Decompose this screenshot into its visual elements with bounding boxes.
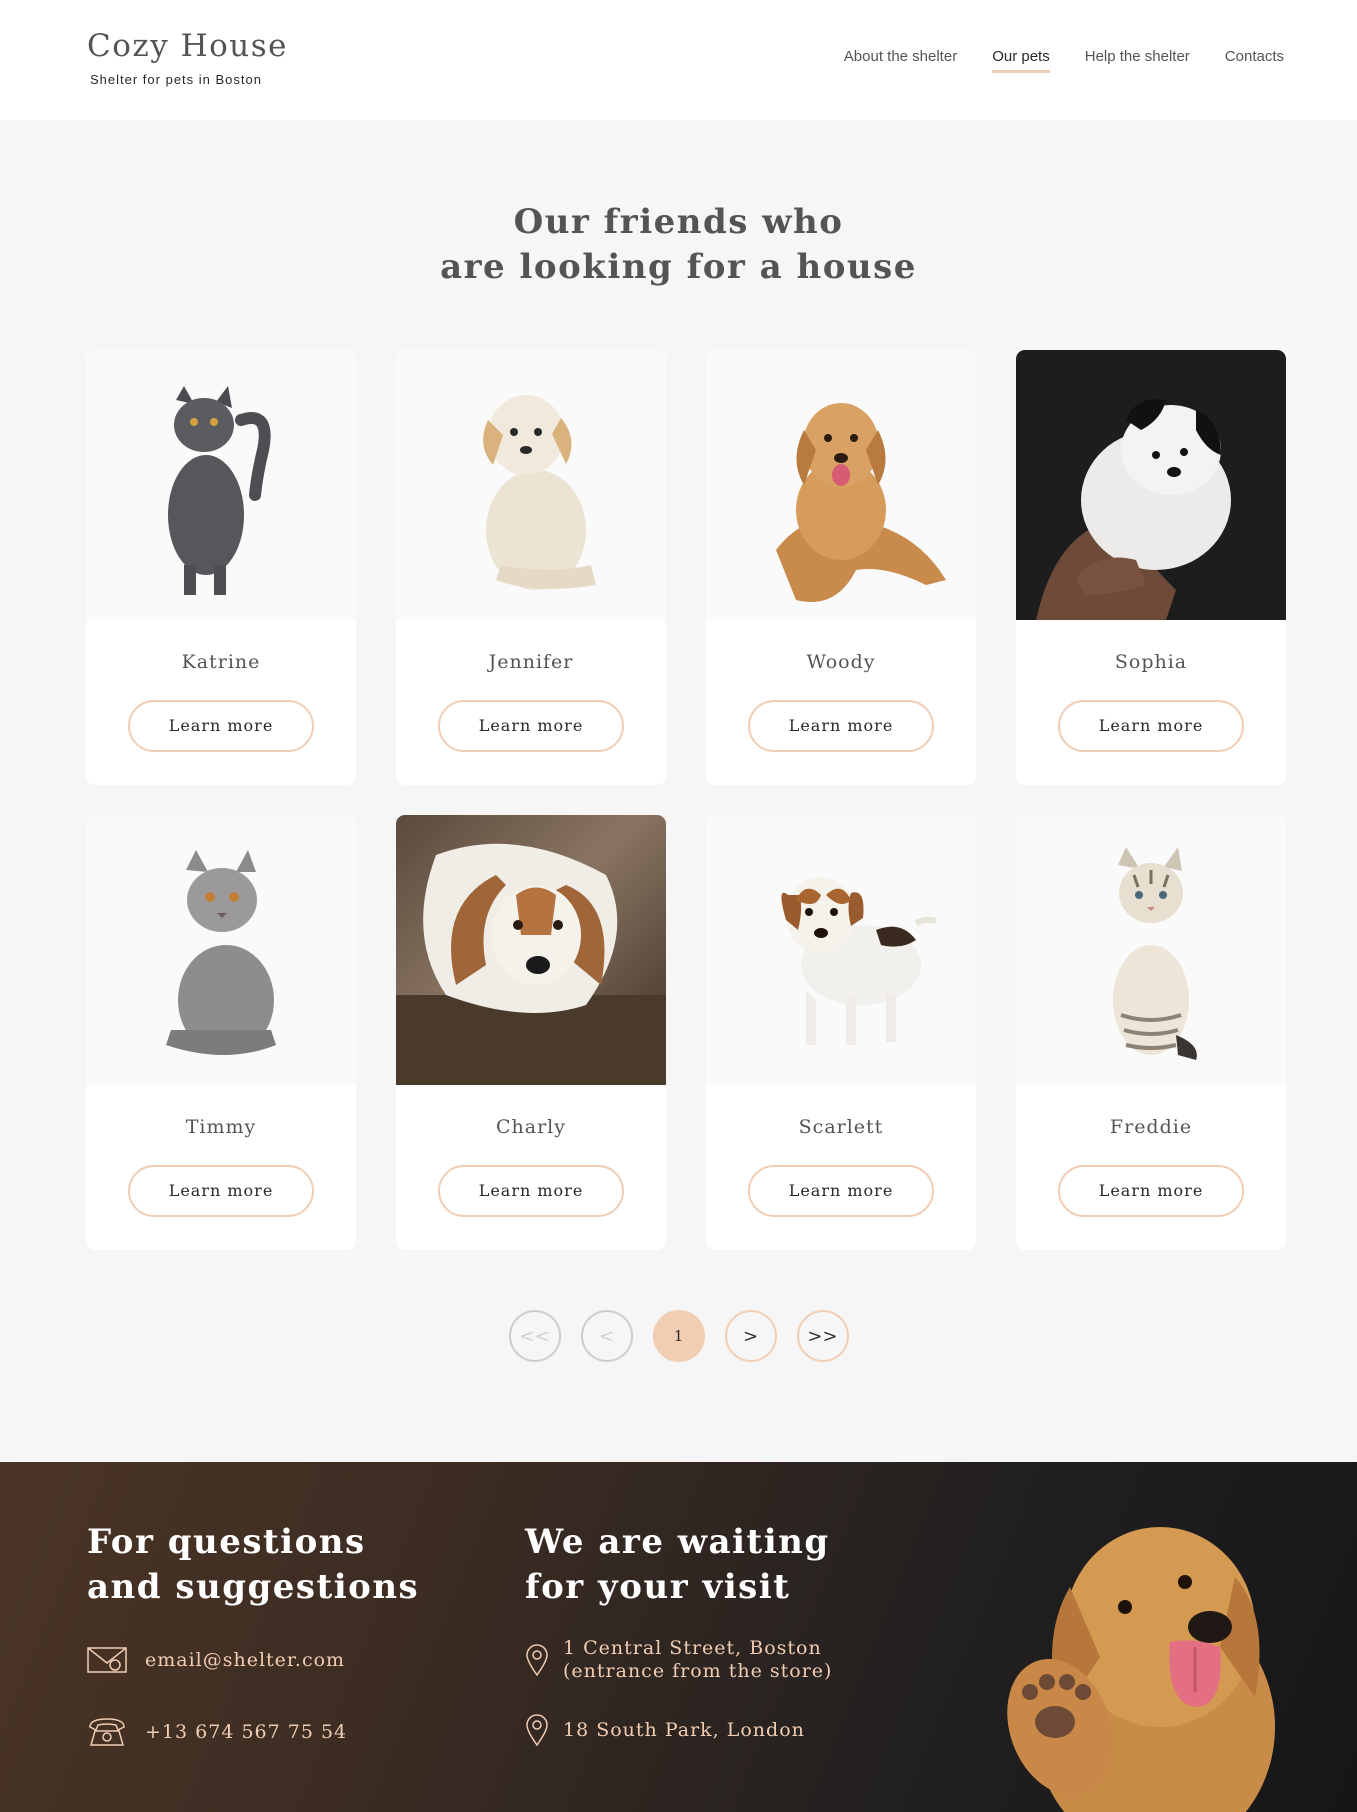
email-text: email@shelter.com <box>145 1648 346 1671</box>
pet-photo <box>706 815 976 1085</box>
next-page-button[interactable]: > <box>724 1310 777 1362</box>
pet-name: Katrine <box>181 651 261 673</box>
pet-name: Freddie <box>1109 1116 1193 1138</box>
pets-grid: Katrine Learn more Jennifer Learn more W… <box>86 350 1286 1250</box>
nav-our-pets[interactable]: Our pets <box>992 48 1050 73</box>
last-page-button[interactable]: >> <box>796 1310 849 1362</box>
section-title: Our friends who are looking for a house <box>0 200 1357 290</box>
footer-locations: We are waiting for your visit 1 Central … <box>525 1520 945 1800</box>
pet-card[interactable]: Jennifer Learn more <box>396 350 666 785</box>
pet-card-body: Scarlett Learn more <box>706 1085 976 1250</box>
phone-link[interactable]: +13 674 567 75 54 <box>87 1715 347 1749</box>
location-pin-icon <box>526 1714 548 1747</box>
site-header: Cozy House Shelter for pets in Boston Ab… <box>0 0 1357 120</box>
pet-name: Timmy <box>185 1116 257 1138</box>
pet-card[interactable]: Woody Learn more <box>706 350 976 785</box>
logo-subtitle: Shelter for pets in Boston <box>90 72 262 87</box>
logo[interactable]: Cozy House Shelter for pets in Boston <box>87 26 288 87</box>
phone-icon <box>89 1718 125 1746</box>
pet-card[interactable]: Timmy Learn more <box>86 815 356 1250</box>
address-london-text: 18 South Park, London <box>563 1718 805 1741</box>
logo-title: Cozy House <box>87 28 288 64</box>
pet-card-body: Sophia Learn more <box>1016 620 1286 785</box>
nav-about[interactable]: About the shelter <box>844 48 957 73</box>
pet-name: Jennifer <box>488 651 574 673</box>
site-footer: For questions and suggestions email@shel… <box>0 1462 1357 1812</box>
learn-more-button[interactable]: Learn more <box>748 700 934 752</box>
footer-questions-line-2: and suggestions <box>87 1567 420 1607</box>
pet-photo <box>1016 815 1286 1085</box>
learn-more-button[interactable]: Learn more <box>438 1165 624 1217</box>
nav-contacts[interactable]: Contacts <box>1225 48 1284 73</box>
pet-photo <box>86 815 356 1085</box>
nav-help[interactable]: Help the shelter <box>1085 48 1190 73</box>
learn-more-button[interactable]: Learn more <box>1058 1165 1244 1217</box>
pet-card-body: Timmy Learn more <box>86 1085 356 1250</box>
footer-questions-title: For questions and suggestions <box>87 1520 467 1610</box>
address-boston-line-2: (entrance from the store) <box>563 1660 833 1682</box>
pet-name: Charly <box>496 1116 566 1138</box>
pet-photo <box>396 350 666 620</box>
pet-photo <box>86 350 356 620</box>
section-title-line-2: are looking for a house <box>440 247 917 287</box>
pet-photo <box>396 815 666 1085</box>
envelope-icon <box>87 1647 127 1673</box>
pet-card-body: Freddie Learn more <box>1016 1085 1286 1250</box>
footer-visit-title: We are waiting for your visit <box>525 1520 945 1610</box>
pet-name: Scarlett <box>798 1116 884 1138</box>
pet-card-body: Woody Learn more <box>706 620 976 785</box>
footer-visit-line-1: We are waiting <box>525 1522 830 1562</box>
pet-name: Woody <box>806 651 876 673</box>
address-london-link[interactable]: 18 South Park, London <box>525 1713 805 1747</box>
footer-questions-line-1: For questions <box>87 1522 366 1562</box>
pet-card-body: Katrine Learn more <box>86 620 356 785</box>
email-link[interactable]: email@shelter.com <box>87 1645 345 1675</box>
pet-card[interactable]: Scarlett Learn more <box>706 815 976 1250</box>
pet-card[interactable]: Freddie Learn more <box>1016 815 1286 1250</box>
pet-card-body: Charly Learn more <box>396 1085 666 1250</box>
section-title-line-1: Our friends who <box>513 202 844 242</box>
learn-more-button[interactable]: Learn more <box>748 1165 934 1217</box>
location-pin-icon <box>526 1644 548 1677</box>
pet-photo <box>706 350 976 620</box>
address-boston-text: 1 Central Street, Boston (entrance from … <box>563 1637 832 1683</box>
learn-more-button[interactable]: Learn more <box>1058 700 1244 752</box>
phone-text: +13 674 567 75 54 <box>145 1720 348 1743</box>
learn-more-button[interactable]: Learn more <box>128 1165 314 1217</box>
footer-puppy-image <box>1007 1527 1275 1812</box>
prev-page-button[interactable]: < <box>580 1310 633 1362</box>
pet-card[interactable]: Katrine Learn more <box>86 350 356 785</box>
first-page-button[interactable]: << <box>508 1310 561 1362</box>
learn-more-button[interactable]: Learn more <box>128 700 314 752</box>
pet-name: Sophia <box>1114 651 1188 673</box>
pet-card[interactable]: Charly Learn more <box>396 815 666 1250</box>
pet-photo <box>1016 350 1286 620</box>
footer-visit-line-2: for your visit <box>525 1567 791 1607</box>
current-page-indicator: 1 <box>652 1310 705 1362</box>
learn-more-button[interactable]: Learn more <box>438 700 624 752</box>
pet-card-body: Jennifer Learn more <box>396 620 666 785</box>
address-boston-link[interactable]: 1 Central Street, Boston (entrance from … <box>525 1637 832 1683</box>
address-boston-line-1: 1 Central Street, Boston <box>563 1637 822 1659</box>
pagination: << < 1 > >> <box>0 1310 1357 1362</box>
pet-card[interactable]: Sophia Learn more <box>1016 350 1286 785</box>
main-nav: About the shelter Our pets Help the shel… <box>844 48 1284 73</box>
footer-contacts: For questions and suggestions email@shel… <box>87 1520 467 1800</box>
